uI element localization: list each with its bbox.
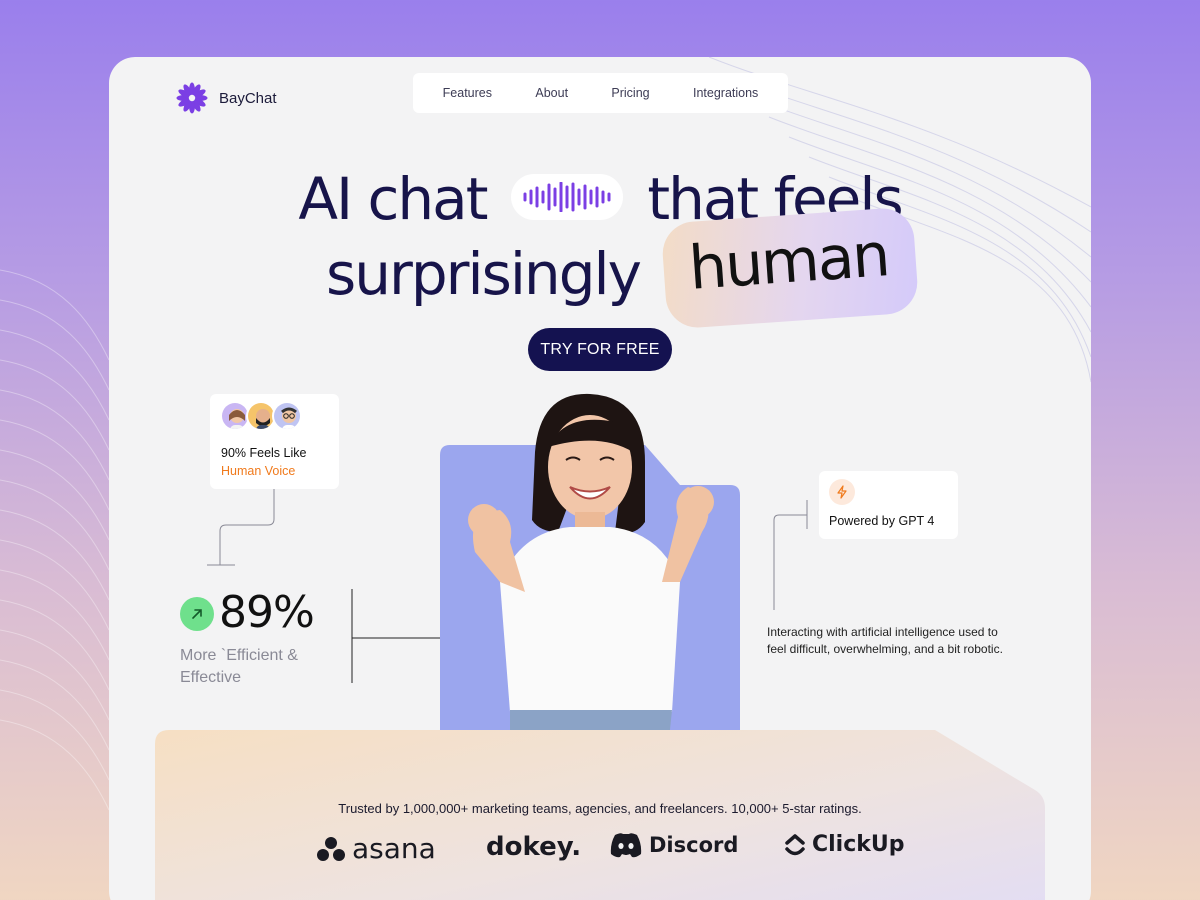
- arrow-up-right-icon: [192, 609, 202, 619]
- logo-clickup-text: ClickUp: [812, 832, 905, 857]
- stat-badge: [180, 597, 214, 631]
- logo-asana[interactable]: asana: [316, 832, 436, 865]
- gpt-badge-label: Powered by GPT 4: [829, 514, 935, 528]
- stat-value: 89%: [219, 587, 315, 638]
- asana-icon: [317, 836, 345, 861]
- stat-caption: More `Efficient & Effective: [180, 647, 298, 686]
- social-proof-line2: Human Voice: [221, 464, 296, 478]
- social-proof-card: 90% Feels Like Human Voice: [210, 394, 339, 489]
- trust-statement: Trusted by 1,000,000+ marketing teams, a…: [338, 801, 862, 816]
- gpt-badge-card: Powered by GPT 4: [819, 471, 958, 539]
- avatar: [272, 401, 302, 431]
- landing-card: BayChat Features About Pricing Integrati…: [109, 57, 1091, 900]
- description-text: Interacting with artificial intelligence…: [767, 625, 1003, 656]
- avatar-group: [220, 401, 302, 431]
- logo-dokey-text: dokey.: [486, 832, 582, 862]
- partner-logos: asana dokey. Discord ClickUp: [314, 832, 905, 872]
- logo-discord-text: Discord: [649, 833, 739, 857]
- lightning-icon: [829, 479, 855, 505]
- logo-asana-text: asana: [352, 832, 436, 865]
- discord-icon: [610, 833, 642, 858]
- social-proof-line1: 90% Feels Like: [221, 446, 307, 460]
- clickup-icon: [785, 833, 805, 855]
- logo-clickup[interactable]: ClickUp: [784, 832, 905, 857]
- hero-photo: [440, 393, 740, 779]
- logo-discord[interactable]: Discord: [609, 832, 738, 858]
- logo-dokey[interactable]: dokey.: [486, 832, 581, 862]
